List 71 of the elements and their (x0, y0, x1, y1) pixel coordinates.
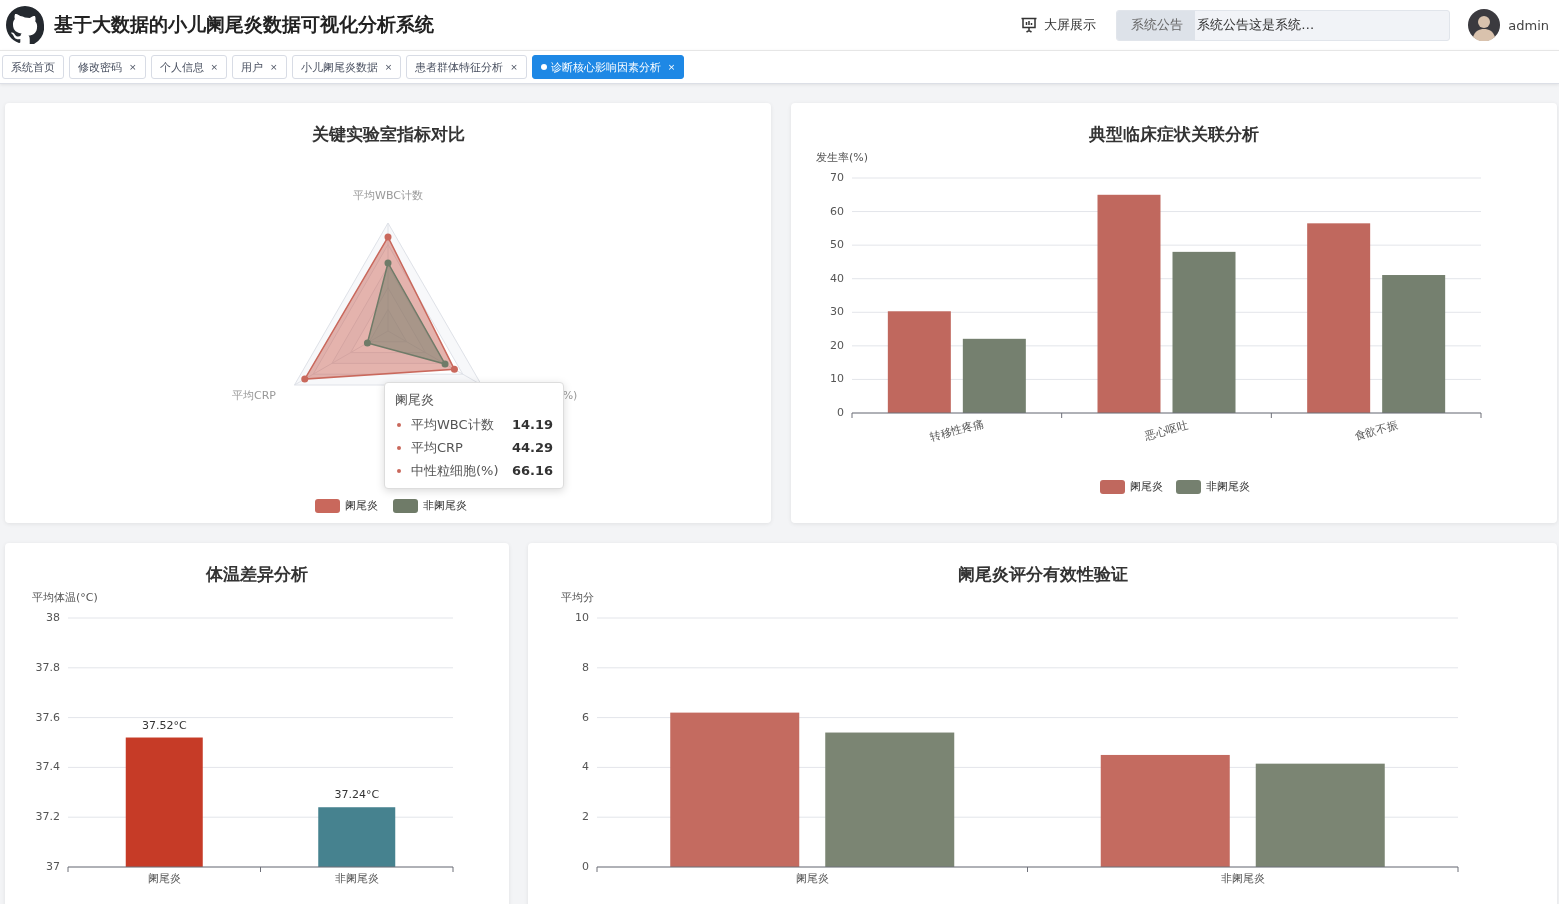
tab[interactable]: 用户 × (232, 55, 287, 79)
axis-tick-label: 10 (830, 372, 844, 386)
tooltip-value: 44.29 (511, 440, 553, 455)
axis-tick-label: 0 (837, 406, 844, 419)
chart-title: 阑尾炎评分有效性验证 (957, 563, 1128, 585)
axis-tick-label: 37.4 (35, 760, 60, 774)
category-label: 转移性疼痛 (928, 417, 985, 444)
category-label: 阑尾炎 (795, 872, 829, 885)
legend-swatch[interactable] (315, 499, 340, 513)
tab[interactable]: 系统首页 (2, 55, 64, 79)
tooltip-label: 平均WBC计数 (411, 415, 495, 434)
notice-text: 系统公告这是系统… (1196, 16, 1315, 34)
tab[interactable]: 患者群体特征分析 × (406, 55, 527, 79)
value-label: 37.52°C (141, 718, 187, 732)
axis-tick-label: 2 (582, 810, 589, 824)
axis-tick-label: 60 (830, 204, 844, 218)
value-label: 37.24°C (334, 788, 380, 802)
axis-title: 平均体温(°C) (32, 591, 98, 604)
category-label: 食欲不振 (1353, 418, 1399, 443)
tab[interactable]: 诊断核心影响因素分析 × (531, 55, 685, 79)
axis-tick-label: 50 (830, 238, 844, 252)
big-screen-link[interactable]: 大屏展示 (1020, 16, 1097, 34)
tab[interactable]: 修改密码 × (69, 55, 146, 79)
axis-tick-label: 37 (46, 860, 60, 873)
chart-title: 关键实验室指标对比 (311, 123, 465, 145)
cat-logo-icon (6, 6, 44, 44)
tooltip-label: 中性粒细胞(%) (411, 461, 500, 480)
app-title: 基于大数据的小儿阑尾炎数据可视化分析系统 (54, 12, 434, 37)
axis-tick-label: 40 (830, 271, 844, 285)
legend-label: 阑尾炎 (1130, 480, 1163, 493)
axis-title: 发生率(%) (816, 151, 869, 164)
legend-swatch[interactable] (1176, 480, 1201, 494)
avatar-icon[interactable] (1468, 9, 1501, 41)
category-label: 阑尾炎 (147, 872, 181, 885)
legend-swatch[interactable] (393, 499, 418, 513)
axis-tick-label: 37.2 (35, 810, 60, 824)
legend-swatch[interactable] (1100, 480, 1125, 494)
series-dot-icon (397, 422, 401, 427)
tab[interactable]: 小儿阑尾炎数据 × (291, 55, 402, 79)
axis-label: 平均CRP (232, 389, 276, 402)
legend-label: 阑尾炎 (345, 499, 378, 512)
user-name[interactable]: admin (1508, 17, 1549, 33)
chart-title: 体温差异分析 (206, 563, 308, 585)
axis-tick-label: 37.6 (35, 710, 60, 724)
chart-title: 典型临床症状关联分析 (1089, 123, 1259, 145)
category-label: 非阑尾炎 (334, 872, 379, 885)
axis-tick-label: 20 (830, 338, 844, 352)
tooltip-value: 14.19 (511, 417, 553, 432)
series-dot-icon (397, 445, 401, 450)
series-dot-icon (397, 468, 401, 473)
axis-label: 平均WBC计数 (353, 189, 423, 202)
tab[interactable]: 个人信息 × (150, 55, 228, 79)
category-label: 非阑尾炎 (1220, 872, 1265, 885)
legend-label: 非阑尾炎 (1206, 480, 1250, 493)
axis-tick-label: 38 (46, 611, 60, 624)
axis-tick-label: 0 (582, 860, 589, 873)
axis-tick-label: 8 (582, 660, 589, 674)
axis-tick-label: 6 (582, 710, 589, 724)
tooltip-title: 阑尾炎 (395, 391, 435, 409)
tooltip-value: 66.16 (511, 463, 553, 478)
presentation-board-icon[interactable] (1020, 16, 1039, 34)
axis-tick-label: 10 (575, 611, 589, 624)
axis-tick-label: 4 (582, 760, 589, 774)
axis-tick-label: 37.8 (35, 660, 60, 674)
tooltip-label: 平均CRP (411, 438, 464, 457)
category-label: 恶心呕吐 (1143, 418, 1190, 443)
axis-title: 平均分 (561, 591, 594, 604)
notice-label: 系统公告 (1117, 10, 1196, 40)
axis-tick-label: 70 (830, 171, 844, 184)
axis-tick-label: 30 (830, 305, 844, 319)
legend-label: 非阑尾炎 (423, 499, 467, 512)
